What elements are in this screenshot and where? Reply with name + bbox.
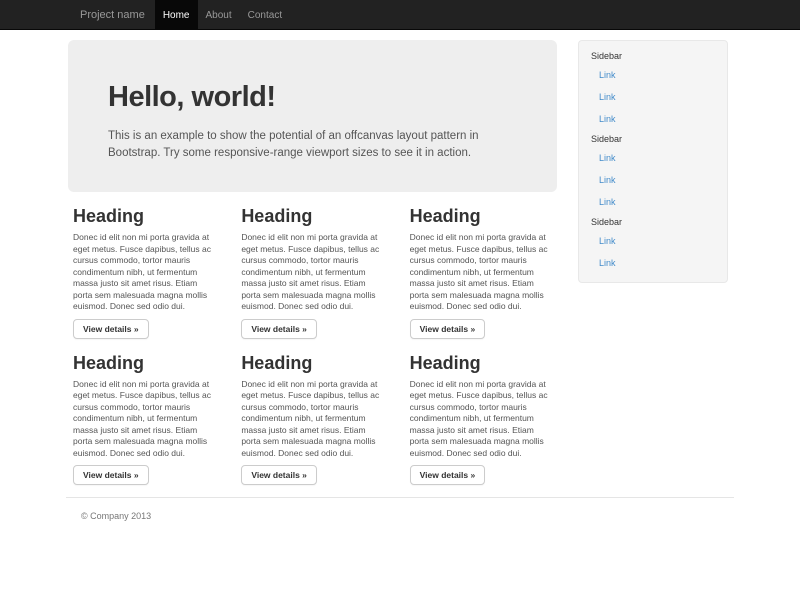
- card-heading: Heading: [241, 353, 380, 374]
- sidebar-group-header: Sidebar: [579, 130, 727, 147]
- sidebar-column: Sidebar Link Link Link Sidebar Link Link…: [573, 30, 734, 485]
- nav-item-contact[interactable]: Contact: [240, 0, 290, 30]
- page-container: Hello, world! This is an example to show…: [66, 30, 734, 485]
- view-details-button[interactable]: View details »: [241, 465, 317, 485]
- card: Heading Donec id elit non mi porta gravi…: [236, 353, 404, 486]
- sidebar-group-header: Sidebar: [579, 213, 727, 230]
- card: Heading Donec id elit non mi porta gravi…: [68, 353, 236, 486]
- card-body-text: Donec id elit non mi porta gravida at eg…: [410, 232, 549, 313]
- navbar-inner: Project name Home About Contact: [66, 0, 734, 30]
- sidebar-group-header: Sidebar: [579, 47, 727, 64]
- sidebar-link[interactable]: Link: [579, 230, 727, 252]
- nav-item-about[interactable]: About: [198, 0, 240, 30]
- sidebar-link[interactable]: Link: [579, 147, 727, 169]
- card-body-text: Donec id elit non mi porta gravida at eg…: [410, 379, 549, 460]
- card: Heading Donec id elit non mi porta gravi…: [236, 206, 404, 339]
- copyright-text: © Company 2013: [66, 498, 734, 521]
- view-details-button[interactable]: View details »: [73, 465, 149, 485]
- jumbotron: Hello, world! This is an example to show…: [68, 40, 557, 192]
- page-title: Hello, world!: [108, 82, 517, 112]
- card-heading: Heading: [410, 206, 549, 227]
- footer: © Company 2013: [66, 497, 734, 521]
- sidebar-link[interactable]: Link: [579, 252, 727, 274]
- sidebar-link[interactable]: Link: [579, 191, 727, 213]
- card-heading: Heading: [410, 353, 549, 374]
- cards-row-1: Heading Donec id elit non mi porta gravi…: [68, 206, 573, 339]
- view-details-button[interactable]: View details »: [410, 465, 486, 485]
- card: Heading Donec id elit non mi porta gravi…: [405, 206, 573, 339]
- card: Heading Donec id elit non mi porta gravi…: [405, 353, 573, 486]
- sidebar-link[interactable]: Link: [579, 64, 727, 86]
- card-body-text: Donec id elit non mi porta gravida at eg…: [241, 379, 380, 460]
- card: Heading Donec id elit non mi porta gravi…: [68, 206, 236, 339]
- card-body-text: Donec id elit non mi porta gravida at eg…: [241, 232, 380, 313]
- navbar: Project name Home About Contact: [0, 0, 800, 30]
- sidebar-link[interactable]: Link: [579, 108, 727, 130]
- main-content: Hello, world! This is an example to show…: [66, 30, 573, 485]
- view-details-button[interactable]: View details »: [410, 319, 486, 339]
- navbar-menu: Home About Contact: [155, 0, 290, 30]
- cards-row-2: Heading Donec id elit non mi porta gravi…: [68, 353, 573, 486]
- card-heading: Heading: [73, 206, 212, 227]
- brand-link[interactable]: Project name: [66, 0, 155, 30]
- card-body-text: Donec id elit non mi porta gravida at eg…: [73, 379, 212, 460]
- sidebar-link[interactable]: Link: [579, 86, 727, 108]
- card-heading: Heading: [241, 206, 380, 227]
- card-body-text: Donec id elit non mi porta gravida at eg…: [73, 232, 212, 313]
- sidebar-link[interactable]: Link: [579, 169, 727, 191]
- nav-item-home[interactable]: Home: [155, 0, 198, 30]
- card-heading: Heading: [73, 353, 212, 374]
- jumbotron-description: This is an example to show the potential…: [108, 128, 517, 162]
- view-details-button[interactable]: View details »: [241, 319, 317, 339]
- view-details-button[interactable]: View details »: [73, 319, 149, 339]
- sidebar-panel: Sidebar Link Link Link Sidebar Link Link…: [578, 40, 728, 283]
